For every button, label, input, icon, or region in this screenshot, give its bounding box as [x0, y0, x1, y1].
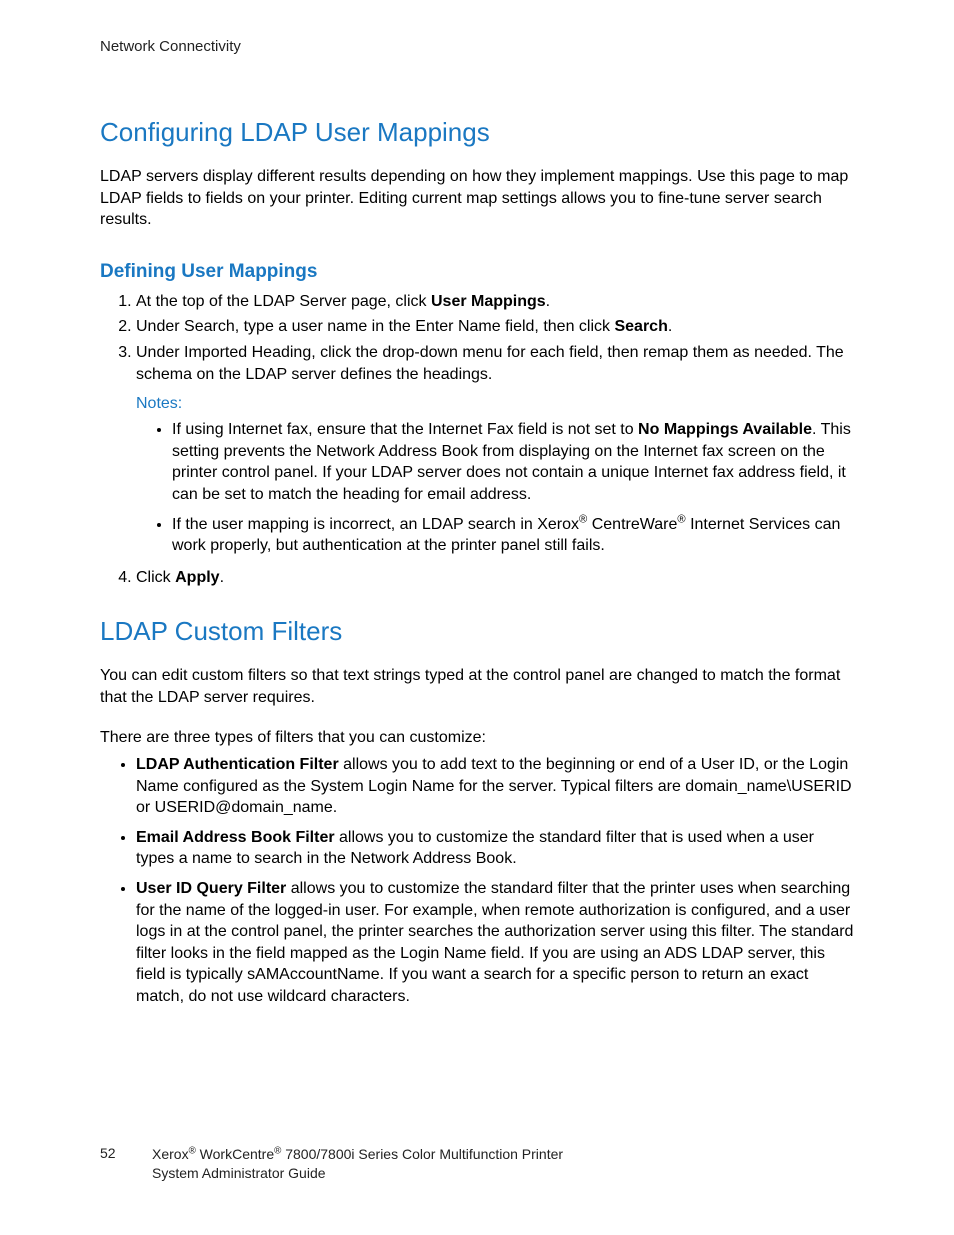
step-bold: Search: [614, 318, 667, 335]
running-header: Network Connectivity: [100, 38, 854, 55]
bullet-bold: LDAP Authentication Filter: [136, 756, 339, 773]
step-text-end: .: [546, 293, 550, 310]
bullet-bold: Email Address Book Filter: [136, 829, 335, 846]
section-heading-custom-filters: LDAP Custom Filters: [100, 616, 854, 647]
note-bold: No Mappings Available: [638, 421, 812, 438]
filter-type-auth: LDAP Authentication Filter allows you to…: [136, 754, 854, 819]
subsection-heading-defining: Defining User Mappings: [100, 261, 854, 283]
section-heading-ldap-mappings: Configuring LDAP User Mappings: [100, 117, 854, 148]
footer-subtitle: System Administrator Guide: [152, 1165, 326, 1181]
note-text: CentreWare: [587, 516, 677, 533]
step-2: Under Search, type a user name in the En…: [136, 316, 854, 338]
steps-list-cont: Click Apply.: [100, 567, 854, 589]
notes-list: If using Internet fax, ensure that the I…: [100, 419, 854, 557]
step-1: At the top of the LDAP Server page, clic…: [136, 291, 854, 313]
filter-type-email: Email Address Book Filter allows you to …: [136, 827, 854, 870]
note-2: If the user mapping is incorrect, an LDA…: [172, 514, 854, 557]
footer-brand: Xerox: [152, 1146, 189, 1162]
document-page: Network Connectivity Configuring LDAP Us…: [0, 0, 954, 1235]
step-4: Click Apply.: [136, 567, 854, 589]
bullet-text: allows you to customize the standard fil…: [136, 880, 853, 1005]
filter-type-userid: User ID Query Filter allows you to custo…: [136, 878, 854, 1008]
bullet-bold: User ID Query Filter: [136, 880, 286, 897]
footer-model: 7800/7800i Series Color Multifunction Pr…: [281, 1146, 563, 1162]
reg-mark: ®: [677, 513, 685, 525]
steps-list: At the top of the LDAP Server page, clic…: [100, 291, 854, 385]
step-text: At the top of the LDAP Server page, clic…: [136, 293, 431, 310]
step-text: Under Search, type a user name in the En…: [136, 318, 614, 335]
step-text-end: .: [220, 569, 224, 586]
reg-mark: ®: [189, 1146, 196, 1157]
footer-text: Xerox® WorkCentre® 7800/7800i Series Col…: [152, 1145, 563, 1183]
footer-product: WorkCentre: [196, 1146, 274, 1162]
filters-paragraph-1: You can edit custom filters so that text…: [100, 665, 854, 708]
step-bold: Apply: [175, 569, 219, 586]
step-text-end: .: [668, 318, 672, 335]
note-text: If the user mapping is incorrect, an LDA…: [172, 516, 579, 533]
note-text: If using Internet fax, ensure that the I…: [172, 421, 638, 438]
filter-types-list: LDAP Authentication Filter allows you to…: [100, 754, 854, 1008]
notes-label: Notes:: [136, 395, 854, 413]
step-text: Click: [136, 569, 175, 586]
filters-paragraph-2: There are three types of filters that yo…: [100, 727, 854, 749]
note-1: If using Internet fax, ensure that the I…: [172, 419, 854, 505]
page-number: 52: [100, 1145, 152, 1161]
step-3: Under Imported Heading, click the drop-d…: [136, 342, 854, 385]
step-bold: User Mappings: [431, 293, 546, 310]
intro-paragraph: LDAP servers display different results d…: [100, 166, 854, 231]
page-footer: 52 Xerox® WorkCentre® 7800/7800i Series …: [100, 1145, 854, 1183]
